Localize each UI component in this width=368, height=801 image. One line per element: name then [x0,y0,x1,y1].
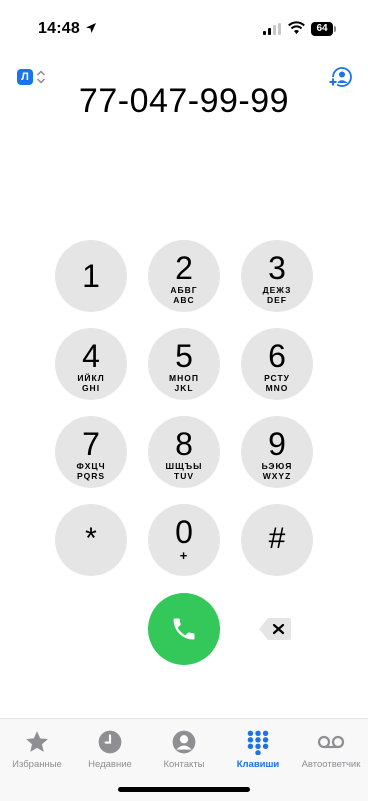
clock-icon [98,730,122,754]
tab-label: Автоответчик [301,759,361,770]
wifi-icon [288,21,305,34]
star-icon [26,731,48,752]
tab-voicemail[interactable]: Автоответчик [294,729,368,770]
key-3[interactable]: 3 ДЕЖЗ DEF [241,240,313,312]
dialed-number: 77-047-99-99 [78,82,290,120]
key-letters-latin: JKL [174,383,194,393]
tab-label: Недавние [88,759,132,770]
tab-contacts[interactable]: Контакты [147,729,221,770]
key-letters-cyrillic: РСТУ [264,373,290,383]
key-letters-latin: ABC [173,295,195,305]
key-digit: 7 [82,426,100,462]
key-4[interactable]: 4 ИЙКЛ GHI [55,328,127,400]
key-hash[interactable]: # [241,504,313,576]
keypad-icon [247,730,269,755]
tab-label: Контакты [163,759,205,770]
key-letters-latin: MNO [265,383,289,393]
contact-icon [172,730,196,754]
key-digit: 2 [175,250,193,286]
key-6[interactable]: 6 РСТУ MNO [241,328,313,400]
battery-level: 64 [311,22,333,36]
home-indicator [118,787,250,792]
key-letters-cyrillic: ДЕЖЗ [262,285,292,295]
tab-recents[interactable]: Недавние [73,729,147,770]
key-0[interactable]: 0 + [148,504,220,576]
key-letters-latin: TUV [174,471,194,481]
key-letters-cyrillic: ФХЦЧ [76,461,106,471]
key-8[interactable]: 8 ШЩЪЫ TUV [148,416,220,488]
key-digit: 0 [175,514,193,550]
tab-label: Клавиши [236,759,280,770]
tab-label: Избранные [12,759,62,770]
key-letters-latin: DEF [267,295,287,305]
cellular-signal-icon [263,23,281,35]
key-letters-cyrillic: ШЩЪЫ [165,461,203,471]
tab-keypad[interactable]: Клавиши [221,729,295,770]
key-letters-latin: PQRS [76,471,106,481]
location-arrow-icon [86,23,96,33]
key-letters-cyrillic: ИЙКЛ [77,373,105,383]
key-digit: 6 [268,338,286,374]
status-time: 14:48 [38,20,80,37]
key-5[interactable]: 5 МНОП JKL [148,328,220,400]
battery-indicator: 64 [311,22,337,36]
key-digit: 4 [82,338,100,374]
key-letters-cyrillic: МНОП [169,373,199,383]
key-2[interactable]: 2 АБВГ ABC [148,240,220,312]
phone-icon [173,618,195,640]
call-button[interactable] [148,593,220,665]
key-plus-label: + [179,548,189,563]
status-bar: 14:48 64 [0,0,368,58]
key-letters-cyrillic: АБВГ [170,285,198,295]
key-digit: 3 [268,250,286,286]
key-digit: 1 [82,258,100,294]
voicemail-icon [317,735,345,749]
key-7[interactable]: 7 ФХЦЧ PQRS [55,416,127,488]
key-1[interactable]: 1 [55,240,127,312]
tab-favorites[interactable]: Избранные [0,729,74,770]
key-digit: * [85,522,97,555]
key-digit: # [268,522,286,555]
key-letters-latin: GHI [81,383,101,393]
key-star[interactable]: * [55,504,127,576]
key-digit: 5 [175,338,193,374]
key-letters-cyrillic: ЬЭЮЯ [261,461,293,471]
key-letters-latin: WXYZ [262,471,292,481]
key-9[interactable]: 9 ЬЭЮЯ WXYZ [241,416,313,488]
key-digit: 8 [175,426,193,462]
key-digit: 9 [268,426,286,462]
delete-backspace-icon[interactable] [258,616,292,642]
